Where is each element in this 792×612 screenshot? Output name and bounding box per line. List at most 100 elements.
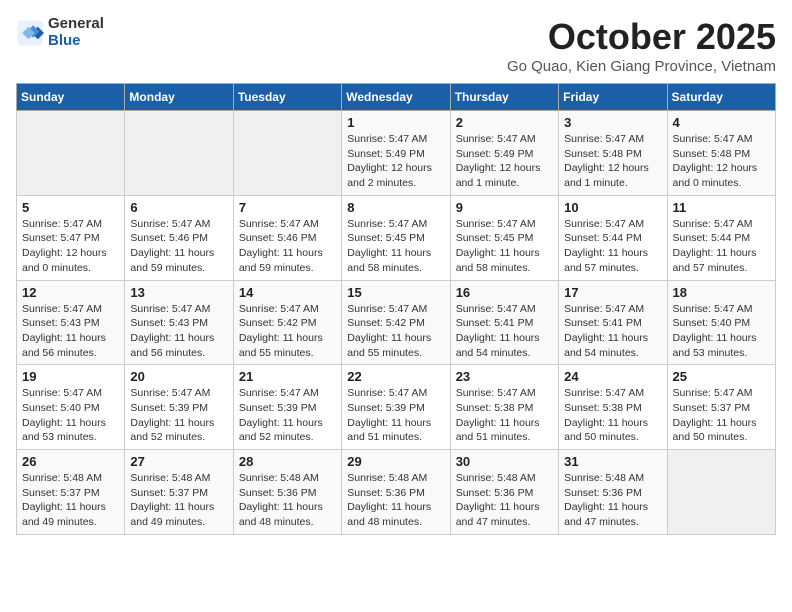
day-number: 12: [22, 285, 119, 300]
calendar-cell: 15 Sunrise: 5:47 AM Sunset: 5:42 PM Dayli…: [342, 280, 450, 365]
day-number: 9: [456, 200, 553, 215]
day-info: Sunrise: 5:47 AM Sunset: 5:37 PM Dayligh…: [673, 386, 770, 445]
day-info: Sunrise: 5:48 AM Sunset: 5:36 PM Dayligh…: [456, 471, 553, 530]
calendar-cell: 22 Sunrise: 5:47 AM Sunset: 5:39 PM Dayli…: [342, 365, 450, 450]
day-info: Sunrise: 5:47 AM Sunset: 5:46 PM Dayligh…: [239, 217, 336, 276]
day-info: Sunrise: 5:47 AM Sunset: 5:43 PM Dayligh…: [22, 302, 119, 361]
day-info: Sunrise: 5:47 AM Sunset: 5:42 PM Dayligh…: [347, 302, 444, 361]
day-number: 11: [673, 200, 770, 215]
day-info: Sunrise: 5:47 AM Sunset: 5:38 PM Dayligh…: [456, 386, 553, 445]
day-header-saturday: Saturday: [667, 84, 775, 111]
day-info: Sunrise: 5:47 AM Sunset: 5:39 PM Dayligh…: [239, 386, 336, 445]
day-header-monday: Monday: [125, 84, 233, 111]
calendar-week-3: 12 Sunrise: 5:47 AM Sunset: 5:43 PM Dayli…: [17, 280, 776, 365]
calendar-cell: 11 Sunrise: 5:47 AM Sunset: 5:44 PM Dayli…: [667, 195, 775, 280]
calendar-cell: 10 Sunrise: 5:47 AM Sunset: 5:44 PM Dayli…: [559, 195, 667, 280]
day-number: 1: [347, 115, 444, 130]
day-info: Sunrise: 5:47 AM Sunset: 5:41 PM Dayligh…: [456, 302, 553, 361]
day-number: 18: [673, 285, 770, 300]
calendar-cell: 24 Sunrise: 5:47 AM Sunset: 5:38 PM Dayli…: [559, 365, 667, 450]
day-info: Sunrise: 5:47 AM Sunset: 5:40 PM Dayligh…: [673, 302, 770, 361]
calendar-cell: 26Sunrise: 5:48 AM Sunset: 5:37 PM Dayli…: [17, 450, 125, 535]
calendar-cell: [233, 111, 341, 196]
day-number: 25: [673, 369, 770, 384]
day-number: 4: [673, 115, 770, 130]
calendar-cell: 30 Sunrise: 5:48 AM Sunset: 5:36 PM Dayli…: [450, 450, 558, 535]
title-block: October 2025 Go Quao, Kien Giang Provinc…: [507, 16, 776, 75]
day-header-wednesday: Wednesday: [342, 84, 450, 111]
calendar-cell: 21 Sunrise: 5:47 AM Sunset: 5:39 PM Dayli…: [233, 365, 341, 450]
day-number: 24: [564, 369, 661, 384]
day-number: 17: [564, 285, 661, 300]
day-number: 5: [22, 200, 119, 215]
page-header: General Blue October 2025 Go Quao, Kien …: [16, 16, 776, 75]
day-header-tuesday: Tuesday: [233, 84, 341, 111]
calendar-cell: 6Sunrise: 5:47 AM Sunset: 5:46 PM Daylig…: [125, 195, 233, 280]
day-number: 8: [347, 200, 444, 215]
day-number: 28: [239, 454, 336, 469]
day-number: 29: [347, 454, 444, 469]
day-number: 19: [22, 369, 119, 384]
calendar-cell: 19 Sunrise: 5:47 AM Sunset: 5:40 PM Dayli…: [17, 365, 125, 450]
day-info: Sunrise: 5:47 AM Sunset: 5:44 PM Dayligh…: [673, 217, 770, 276]
day-number: 30: [456, 454, 553, 469]
day-number: 7: [239, 200, 336, 215]
calendar-cell: 9 Sunrise: 5:47 AM Sunset: 5:45 PM Daylig…: [450, 195, 558, 280]
calendar-cell: [667, 450, 775, 535]
calendar-cell: 17 Sunrise: 5:47 AM Sunset: 5:41 PM Dayli…: [559, 280, 667, 365]
day-info: Sunrise: 5:47 AM Sunset: 5:47 PM Dayligh…: [22, 217, 119, 276]
month-title: October 2025: [507, 16, 776, 58]
day-info: Sunrise: 5:48 AM Sunset: 5:37 PM Dayligh…: [130, 471, 227, 530]
calendar-cell: 8 Sunrise: 5:47 AM Sunset: 5:45 PM Daylig…: [342, 195, 450, 280]
calendar-cell: 2Sunrise: 5:47 AM Sunset: 5:49 PM Daylig…: [450, 111, 558, 196]
logo-icon: [16, 19, 44, 47]
day-info: Sunrise: 5:48 AM Sunset: 5:36 PM Dayligh…: [564, 471, 661, 530]
day-number: 15: [347, 285, 444, 300]
day-info: Sunrise: 5:48 AM Sunset: 5:36 PM Dayligh…: [347, 471, 444, 530]
calendar-cell: 5 Sunrise: 5:47 AM Sunset: 5:47 PM Daylig…: [17, 195, 125, 280]
day-info: Sunrise: 5:47 AM Sunset: 5:40 PM Dayligh…: [22, 386, 119, 445]
day-number: 20: [130, 369, 227, 384]
day-number: 21: [239, 369, 336, 384]
calendar-cell: 13Sunrise: 5:47 AM Sunset: 5:43 PM Dayli…: [125, 280, 233, 365]
calendar-week-5: 26Sunrise: 5:48 AM Sunset: 5:37 PM Dayli…: [17, 450, 776, 535]
calendar-cell: [125, 111, 233, 196]
calendar-week-2: 5 Sunrise: 5:47 AM Sunset: 5:47 PM Daylig…: [17, 195, 776, 280]
calendar-cell: 1Sunrise: 5:47 AM Sunset: 5:49 PM Daylig…: [342, 111, 450, 196]
day-number: 14: [239, 285, 336, 300]
day-info: Sunrise: 5:47 AM Sunset: 5:45 PM Dayligh…: [347, 217, 444, 276]
day-info: Sunrise: 5:47 AM Sunset: 5:45 PM Dayligh…: [456, 217, 553, 276]
day-info: Sunrise: 5:47 AM Sunset: 5:39 PM Dayligh…: [130, 386, 227, 445]
day-info: Sunrise: 5:47 AM Sunset: 5:39 PM Dayligh…: [347, 386, 444, 445]
day-info: Sunrise: 5:47 AM Sunset: 5:49 PM Dayligh…: [456, 132, 553, 191]
day-info: Sunrise: 5:47 AM Sunset: 5:41 PM Dayligh…: [564, 302, 661, 361]
location-subtitle: Go Quao, Kien Giang Province, Vietnam: [507, 58, 776, 75]
calendar-cell: 3 Sunrise: 5:47 AM Sunset: 5:48 PM Daylig…: [559, 111, 667, 196]
calendar-cell: 7 Sunrise: 5:47 AM Sunset: 5:46 PM Daylig…: [233, 195, 341, 280]
day-number: 27: [130, 454, 227, 469]
day-number: 23: [456, 369, 553, 384]
calendar-cell: 28 Sunrise: 5:48 AM Sunset: 5:36 PM Dayli…: [233, 450, 341, 535]
logo-blue-text: Blue: [48, 33, 104, 50]
day-number: 22: [347, 369, 444, 384]
calendar-cell: 14 Sunrise: 5:47 AM Sunset: 5:42 PM Dayli…: [233, 280, 341, 365]
day-info: Sunrise: 5:47 AM Sunset: 5:42 PM Dayligh…: [239, 302, 336, 361]
day-header-friday: Friday: [559, 84, 667, 111]
day-header-sunday: Sunday: [17, 84, 125, 111]
calendar-cell: 25 Sunrise: 5:47 AM Sunset: 5:37 PM Dayli…: [667, 365, 775, 450]
calendar-week-4: 19 Sunrise: 5:47 AM Sunset: 5:40 PM Dayli…: [17, 365, 776, 450]
day-info: Sunrise: 5:48 AM Sunset: 5:36 PM Dayligh…: [239, 471, 336, 530]
logo-general-text: General: [48, 16, 104, 33]
calendar-header-row: SundayMondayTuesdayWednesdayThursdayFrid…: [17, 84, 776, 111]
day-number: 10: [564, 200, 661, 215]
day-info: Sunrise: 5:47 AM Sunset: 5:44 PM Dayligh…: [564, 217, 661, 276]
day-number: 6: [130, 200, 227, 215]
day-info: Sunrise: 5:47 AM Sunset: 5:38 PM Dayligh…: [564, 386, 661, 445]
calendar-cell: 20 Sunrise: 5:47 AM Sunset: 5:39 PM Dayli…: [125, 365, 233, 450]
calendar-cell: [17, 111, 125, 196]
day-number: 31: [564, 454, 661, 469]
day-number: 3: [564, 115, 661, 130]
day-info: Sunrise: 5:47 AM Sunset: 5:48 PM Dayligh…: [564, 132, 661, 191]
day-header-thursday: Thursday: [450, 84, 558, 111]
calendar-table: SundayMondayTuesdayWednesdayThursdayFrid…: [16, 83, 776, 535]
